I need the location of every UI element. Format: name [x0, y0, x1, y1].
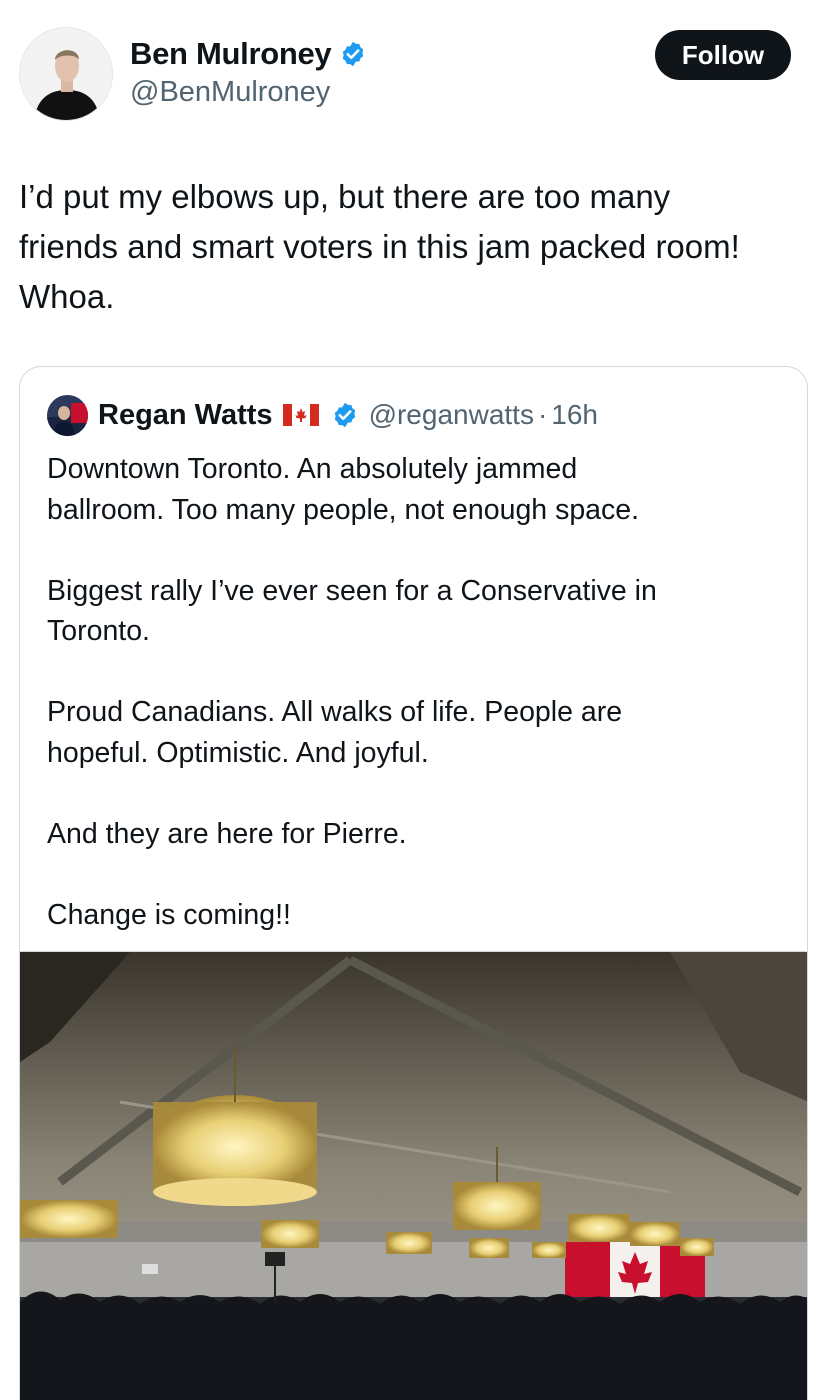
- author-avatar[interactable]: [19, 27, 113, 121]
- quoted-tweet-header: Regan Watts @reganwatts · 16h: [47, 394, 598, 436]
- quoted-author-avatar[interactable]: [47, 394, 88, 436]
- quoted-author-name[interactable]: Regan Watts: [98, 399, 273, 432]
- quoted-text-line: Toronto.: [47, 615, 150, 647]
- quoted-text-line: Biggest rally I’ve ever seen for a Conse…: [47, 574, 657, 607]
- quoted-tweet-timestamp[interactable]: 16h: [551, 399, 598, 431]
- quoted-text-line: Proud Canadians. All walks of life. Peop…: [47, 696, 623, 728]
- author-name-row: Ben Mulroney: [130, 36, 367, 72]
- tweet-text-line: I’d put my elbows up, but there are too …: [19, 178, 671, 215]
- quoted-text-line: And they are here for Pierre.: [47, 817, 407, 850]
- author-handle[interactable]: @BenMulroney: [130, 76, 330, 109]
- tweet-text-line: Whoa.: [19, 278, 115, 315]
- ballroom-rally-photo[interactable]: [20, 951, 807, 1400]
- quoted-tweet-text: Downtown Toronto. An absolutely jammed b…: [47, 449, 787, 935]
- verified-badge-icon: [343, 41, 364, 67]
- canada-flag-icon: [282, 404, 319, 426]
- tweet-header: Ben Mulroney @BenMulroney Follow: [0, 0, 827, 140]
- quoted-text-line: Change is coming!!: [47, 898, 291, 931]
- quoted-text-line: Downtown Toronto. An absolutely jammed: [47, 453, 578, 485]
- follow-button[interactable]: Follow: [655, 30, 791, 80]
- tweet-text-line: friends and smart voters in this jam pac…: [19, 228, 740, 265]
- author-display-name[interactable]: Ben Mulroney: [130, 36, 332, 72]
- quoted-author-handle[interactable]: @reganwatts: [369, 399, 534, 431]
- quoted-tweet-card[interactable]: Regan Watts @reganwatts · 16h Downtown T…: [19, 366, 808, 1400]
- quoted-text-line: hopeful. Optimistic. And joyful.: [47, 736, 429, 769]
- tweet-text: I’d put my elbows up, but there are too …: [19, 172, 819, 322]
- verified-badge-icon: [334, 402, 355, 428]
- separator-dot: ·: [537, 399, 548, 430]
- quoted-text-line: ballroom. Too many people, not enough sp…: [47, 493, 640, 526]
